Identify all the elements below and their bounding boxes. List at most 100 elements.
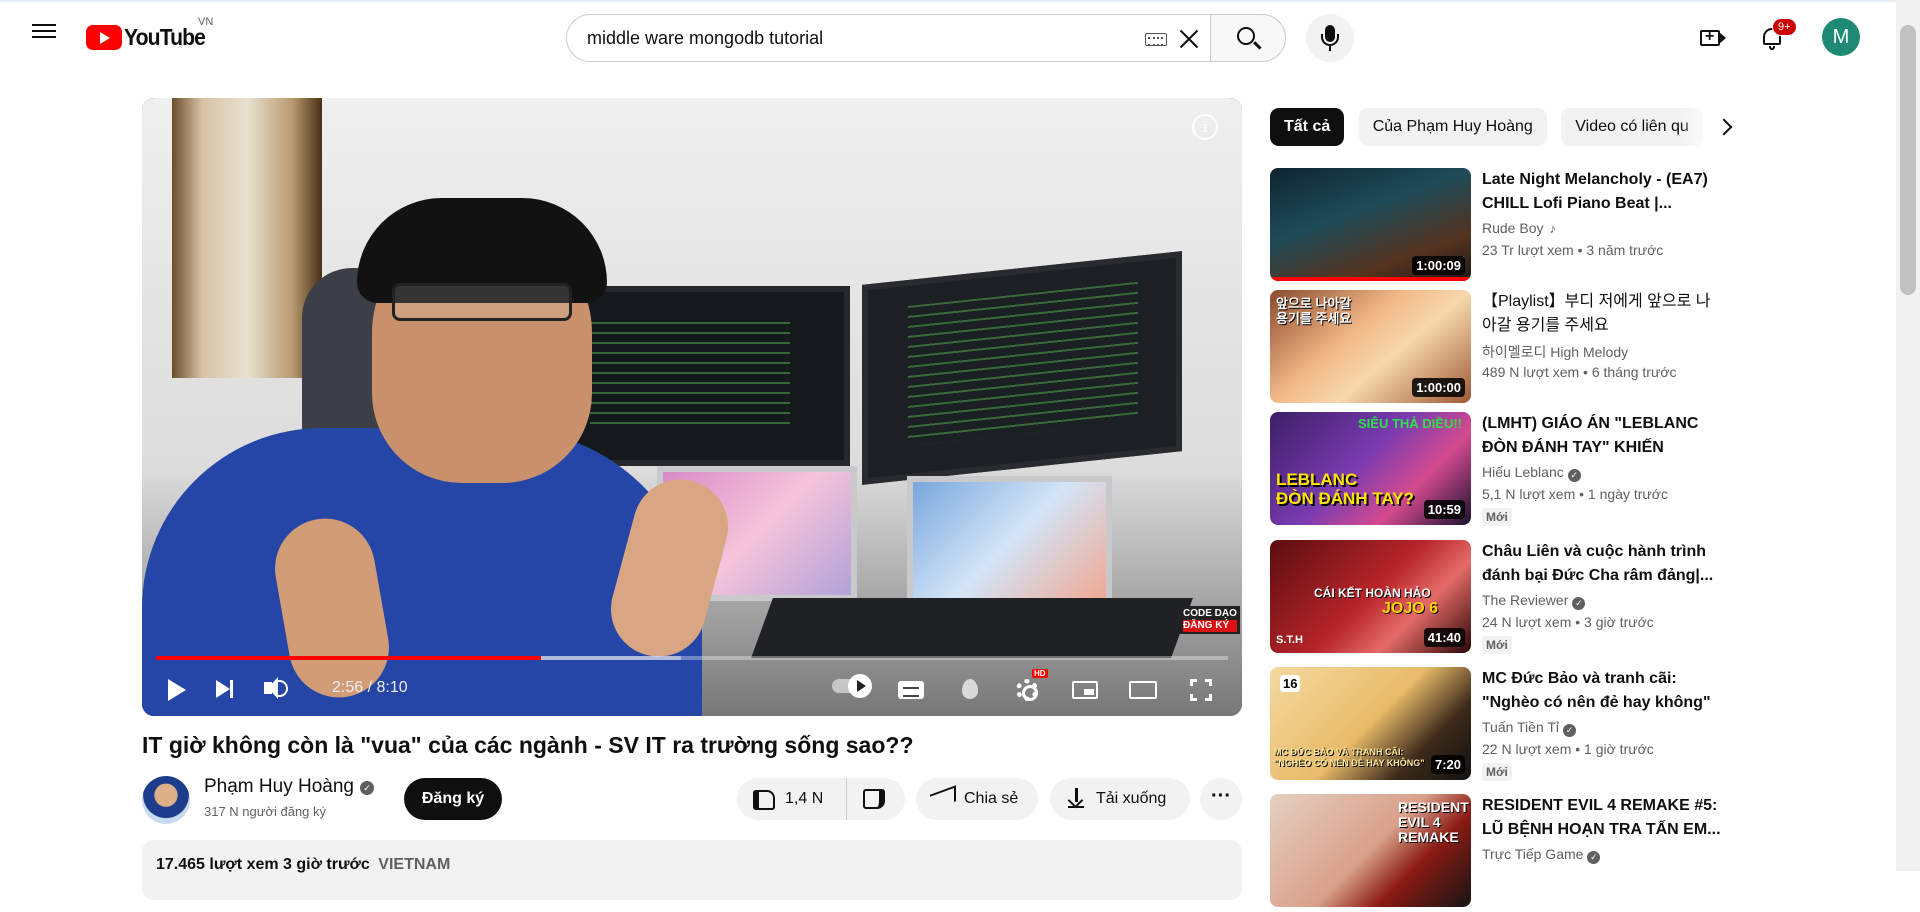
rec-title[interactable]: Châu Liên và cuộc hành trình đánh bại Đứ…	[1482, 540, 1722, 588]
filter-chips: Tất cả Của Phạm Huy Hoàng Video có liên …	[1270, 108, 1726, 148]
recommendation-item[interactable]: RESIDENT EVIL 4 REMAKE RESIDENT EVIL 4 R…	[1270, 794, 1730, 912]
chip-all[interactable]: Tất cả	[1270, 108, 1345, 146]
play-button[interactable]	[154, 669, 194, 709]
thumbnail-text: CÁI KẾT HOÀN HẢO	[1314, 586, 1431, 600]
channel-name[interactable]: Phạm Huy Hoàng	[204, 776, 354, 798]
recommendation-item[interactable]: SIÊU THẢ DIỀU!! LEBLANC ĐÒN ĐÁNH TAY? 10…	[1270, 412, 1730, 530]
search-input[interactable]	[587, 27, 1127, 49]
subscribe-button[interactable]: Đăng ký	[404, 778, 502, 820]
subscriber-count: 317 N người đăng ký	[204, 804, 327, 819]
like-button[interactable]: 1,4 N	[737, 778, 847, 820]
ambient-drop-icon	[962, 679, 978, 699]
channel-watermark[interactable]: CODE DẠO ĐĂNG KÝ	[1180, 606, 1240, 634]
hd-badge: HD	[1032, 669, 1048, 678]
info-icon[interactable]: i	[1192, 114, 1218, 140]
verified-check-icon: ✓	[1587, 851, 1601, 864]
time-display: 2:56 / 8:10	[332, 679, 408, 696]
page-scrollbar[interactable]	[1896, 0, 1920, 871]
like-count: 1,4 N	[785, 790, 824, 807]
ambient-mode-button[interactable]	[948, 669, 988, 709]
rec-channel[interactable]: 하이멜로디 High Melody	[1482, 342, 1628, 362]
music-note-icon: ♪	[1549, 221, 1556, 236]
play-icon	[168, 679, 186, 701]
scrollbar-thumb[interactable]	[1900, 25, 1916, 295]
recommendation-item[interactable]: 16 MC ĐỨC BẢO VÀ TRANH CÃI: "NGHÈO CÓ NÊ…	[1270, 667, 1730, 785]
thumbnail[interactable]: 16 MC ĐỨC BẢO VÀ TRANH CÃI: "NGHÈO CÓ NÊ…	[1270, 667, 1471, 780]
location-text: VIETNAM	[378, 856, 451, 873]
autoplay-toggle[interactable]	[832, 674, 872, 698]
rec-channel[interactable]: Hiếu Leblanc ✓	[1482, 464, 1581, 482]
clear-search-icon[interactable]	[1173, 23, 1205, 55]
progress-played	[156, 656, 541, 660]
share-button[interactable]: Chia sẻ	[916, 778, 1038, 820]
chips-next-arrow-icon[interactable]	[1710, 112, 1740, 142]
theater-icon	[1129, 681, 1157, 699]
verified-check-icon: ✓	[1563, 724, 1577, 737]
duration-badge: 1:00:00	[1412, 378, 1465, 397]
rec-channel[interactable]: Rude Boy ♪	[1482, 220, 1556, 236]
thumbnail-text: LEBLANC ĐÒN ĐÁNH TAY?	[1276, 470, 1414, 508]
rec-title[interactable]: 【Playlist】부디 저에게 앞으로 나아갈 용기를 주세요	[1482, 290, 1722, 338]
thumbnail[interactable]: 1:00:09	[1270, 168, 1471, 281]
logo-text: YouTube	[124, 24, 206, 50]
watermark-subscribe-text: ĐĂNG KÝ	[1183, 620, 1237, 632]
share-label: Chia sẻ	[964, 790, 1019, 807]
more-actions-button[interactable]: ···	[1200, 778, 1242, 820]
create-button[interactable]	[1692, 20, 1732, 56]
voice-search-button[interactable]	[1306, 14, 1354, 62]
recommendation-item[interactable]: 1:00:09 Late Night Melancholy - (EA7) CH…	[1270, 168, 1730, 286]
notification-count-badge: 9+	[1772, 18, 1797, 36]
video-player[interactable]: CODE DẠO ĐĂNG KÝ i 2:56 / 8:10 HD	[142, 98, 1242, 716]
rec-channel-name: The Reviewer	[1482, 592, 1569, 608]
recommendation-item[interactable]: CÁI KẾT HOÀN HẢO JOJO 6 S.T.H 41:40 Châu…	[1270, 540, 1730, 658]
thumbnail[interactable]: RESIDENT EVIL 4 REMAKE	[1270, 794, 1471, 907]
masthead: YouTube VN 9+ M	[0, 0, 1920, 70]
fullscreen-icon	[1190, 679, 1212, 701]
verified-check-icon: ✓	[1567, 469, 1581, 482]
rec-title[interactable]: MC Đức Bảo và tranh cãi: "Nghèo có nên đ…	[1482, 667, 1722, 715]
rec-title[interactable]: (LMHT) GIÁO ÁN "LEBLANC ĐÒN ĐÁNH TAY" KH…	[1482, 412, 1722, 460]
settings-button[interactable]: HD	[1006, 669, 1048, 709]
progress-bar[interactable]	[156, 656, 1228, 660]
channel-avatar[interactable]	[142, 776, 190, 824]
rec-channel[interactable]: The Reviewer ✓	[1482, 592, 1586, 610]
rec-channel[interactable]: Tuấn Tiền Tỉ ✓	[1482, 719, 1577, 737]
search-button[interactable]	[1210, 14, 1286, 62]
rec-channel[interactable]: Trực Tiếp Game ✓	[1482, 846, 1601, 864]
youtube-play-icon	[86, 25, 122, 50]
subtitles-icon	[898, 681, 924, 699]
guide-menu-button[interactable]	[24, 20, 64, 56]
thumbnail-text: 앞으로 나아갈 용기를 주세요	[1276, 296, 1352, 326]
thumbs-up-icon	[753, 790, 775, 810]
dislike-button[interactable]	[863, 789, 885, 809]
thumbnail-text: S.T.H	[1276, 634, 1303, 646]
fullscreen-button[interactable]	[1180, 669, 1220, 709]
theater-mode-button[interactable]	[1122, 669, 1162, 709]
thumbnail[interactable]: 앞으로 나아갈 용기를 주세요 1:00:00	[1270, 290, 1471, 403]
duration-badge: 10:59	[1423, 500, 1465, 519]
like-dislike-group: 1,4 N	[737, 778, 905, 820]
mute-button[interactable]	[254, 669, 294, 709]
new-badge: Mới	[1482, 508, 1512, 526]
next-button[interactable]	[204, 669, 244, 709]
thumbnail[interactable]: SIÊU THẢ DIỀU!! LEBLANC ĐÒN ĐÁNH TAY? 10…	[1270, 412, 1471, 525]
chip-from-channel[interactable]: Của Phạm Huy Hoàng	[1358, 108, 1547, 146]
thumbnail-text: 16	[1280, 675, 1301, 692]
miniplayer-button[interactable]	[1064, 669, 1104, 709]
rec-title[interactable]: RESIDENT EVIL 4 REMAKE #5: LŨ BỆNH HOẠN …	[1482, 794, 1722, 842]
description-box[interactable]: 17.465 lượt xem 3 giờ trước VIETNAM	[142, 840, 1242, 900]
download-button[interactable]: Tải xuống	[1050, 778, 1190, 820]
duration-badge: 41:40	[1423, 628, 1465, 647]
rec-title[interactable]: Late Night Melancholy - (EA7) CHILL Lofi…	[1482, 168, 1722, 216]
share-arrow-icon	[930, 785, 956, 811]
youtube-logo[interactable]: YouTube	[86, 24, 212, 51]
thumbnail[interactable]: CÁI KẾT HOÀN HẢO JOJO 6 S.T.H 41:40	[1270, 540, 1471, 653]
recommendation-item[interactable]: 앞으로 나아갈 용기를 주세요 1:00:00 【Playlist】부디 저에게…	[1270, 290, 1730, 408]
rec-meta: 24 N lượt xem • 3 giờ trước	[1482, 614, 1654, 630]
account-avatar[interactable]: M	[1822, 18, 1860, 56]
download-icon	[1068, 788, 1084, 808]
duration-badge: 1:00:09	[1412, 256, 1465, 275]
thumbnail-text: MC ĐỨC BẢO VÀ TRANH CÃI: "NGHÈO CÓ NÊN Đ…	[1274, 747, 1425, 768]
subtitles-button[interactable]	[890, 669, 930, 709]
keyboard-icon[interactable]	[1145, 33, 1167, 46]
